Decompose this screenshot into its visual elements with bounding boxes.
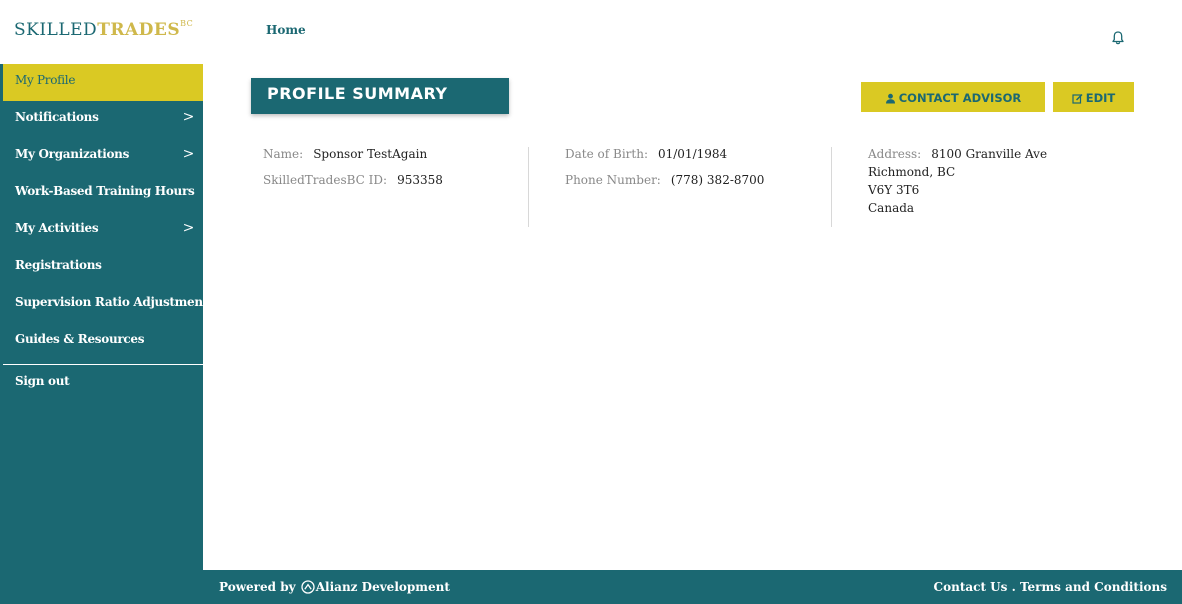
address-line-3: V6Y 3T6 xyxy=(868,183,920,197)
sidebar-item-label: My Profile xyxy=(15,73,76,87)
chevron-right-icon: > xyxy=(182,109,195,125)
page-title-box: PROFILE SUMMARY xyxy=(251,78,509,114)
address-line-4: Canada xyxy=(868,201,915,215)
powered-by: Powered by Alianz Development xyxy=(219,580,450,594)
id-value: 953358 xyxy=(397,173,443,187)
sidebar-item-work-based-training-hours[interactable]: Work-Based Training Hours xyxy=(0,175,203,212)
contact-us-link[interactable]: Contact Us xyxy=(934,580,1008,594)
sidebar-item-guides-resources[interactable]: Guides & Resources xyxy=(0,323,203,360)
sidebar-item-registrations[interactable]: Registrations xyxy=(0,249,203,286)
sidebar-nav: My Profile Notifications > My Organizati… xyxy=(0,64,208,402)
name-value: Sponsor TestAgain xyxy=(313,147,428,161)
skilledtrades-logo[interactable]: SKILLEDTRADESBC xyxy=(14,19,193,40)
logo-area: SKILLEDTRADESBC xyxy=(0,0,203,64)
id-field: SkilledTradesBC ID: 953358 xyxy=(263,173,443,187)
sidebar: SKILLEDTRADESBC My Profile Notifications… xyxy=(0,0,208,604)
sidebar-item-sign-out[interactable]: Sign out xyxy=(0,365,203,402)
edit-icon xyxy=(1072,93,1083,104)
profile-column-address: Address: 8100 Granville Ave Richmond, BC … xyxy=(868,147,1128,227)
address-line-1: 8100 Granville Ave xyxy=(931,147,1048,161)
dob-field: Date of Birth: 01/01/1984 xyxy=(565,147,728,161)
sidebar-item-label: Guides & Resources xyxy=(15,332,145,346)
contact-advisor-button[interactable]: CONTACT ADVISOR xyxy=(861,82,1045,112)
sidebar-item-label: My Organizations xyxy=(15,147,130,161)
alianz-link[interactable]: Alianz Development xyxy=(316,580,450,594)
address-field: Address: 8100 Granville Ave xyxy=(868,147,1048,161)
sidebar-item-notifications[interactable]: Notifications > xyxy=(0,101,203,138)
bell-icon[interactable] xyxy=(1110,30,1126,46)
dob-value: 01/01/1984 xyxy=(657,147,728,161)
sidebar-item-label: Notifications xyxy=(15,110,99,124)
footer: Powered by Alianz Development Contact Us… xyxy=(203,570,1182,604)
bell-icon-svg xyxy=(1112,31,1124,45)
chevron-right-icon: > xyxy=(182,146,195,162)
phone-field: Phone Number: (778) 382-8700 xyxy=(565,173,765,187)
column-divider xyxy=(528,147,529,227)
chevron-right-icon: > xyxy=(182,220,195,236)
sidebar-item-label: Work-Based Training Hours xyxy=(15,184,195,198)
column-divider xyxy=(831,147,832,227)
sidebar-item-label: Supervision Ratio Adjustment xyxy=(15,295,209,309)
sidebar-item-my-profile[interactable]: My Profile xyxy=(3,64,203,101)
sidebar-item-label: Registrations xyxy=(15,258,102,272)
edit-button[interactable]: EDIT xyxy=(1053,82,1134,112)
profile-column-details: Date of Birth: 01/01/1984 Phone Number: (7… xyxy=(565,147,830,227)
name-field: Name: Sponsor TestAgain xyxy=(263,147,428,161)
sidebar-item-my-organizations[interactable]: My Organizations > xyxy=(0,138,203,175)
profile-column-identity: Name: Sponsor TestAgain SkilledTradesBC I… xyxy=(263,147,528,227)
sidebar-item-label: Sign out xyxy=(15,374,70,388)
alianz-logo-icon xyxy=(301,580,315,594)
page-title: PROFILE SUMMARY xyxy=(267,84,448,103)
sidebar-item-label: My Activities xyxy=(15,221,99,235)
address-line-2: Richmond, BC xyxy=(868,165,956,179)
sidebar-item-my-activities[interactable]: My Activities > xyxy=(0,212,203,249)
footer-links: Contact Us . Terms and Conditions xyxy=(933,580,1167,594)
sidebar-item-supervision-ratio-adjustment[interactable]: Supervision Ratio Adjustment xyxy=(0,286,208,323)
breadcrumb-home[interactable]: Home xyxy=(266,23,306,37)
phone-value: (778) 382-8700 xyxy=(670,173,765,187)
terms-link[interactable]: Terms and Conditions xyxy=(1020,580,1167,594)
user-icon xyxy=(885,93,895,104)
